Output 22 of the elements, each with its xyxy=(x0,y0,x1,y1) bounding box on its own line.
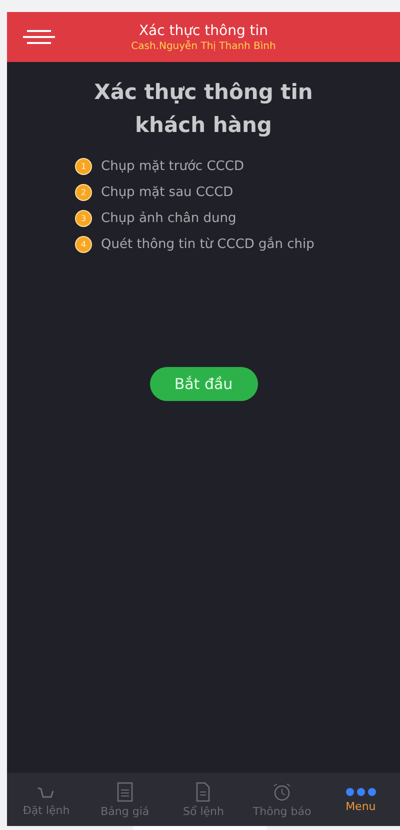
document-icon xyxy=(116,782,133,802)
start-button[interactable]: Bắt đầu xyxy=(150,367,258,401)
tab[interactable]: Bảng giá xyxy=(86,773,164,826)
step-number: 3 xyxy=(75,210,92,227)
step-label: Chụp mặt sau CCCD xyxy=(101,185,234,200)
step-number: 1 xyxy=(75,158,92,175)
tab[interactable]: Đặt lệnh xyxy=(7,773,86,826)
header-title: Xác thực thông tin xyxy=(138,22,268,38)
step-number: 2 xyxy=(75,184,92,201)
tab[interactable]: Menu xyxy=(321,773,400,826)
step-label: Chụp ảnh chân dung xyxy=(101,211,236,226)
account-name: Cash.Nguyễn Thị Thanh Bình xyxy=(131,40,276,52)
alarm-clock-icon xyxy=(272,782,292,802)
tab[interactable]: Thông báo xyxy=(242,773,322,826)
step-label: Chụp mặt trước CCCD xyxy=(101,159,244,174)
more-icon xyxy=(344,786,377,796)
menu-icon[interactable] xyxy=(23,29,55,45)
document-icon xyxy=(196,782,210,802)
tab[interactable]: Sổ lệnh xyxy=(164,773,243,826)
step-number: 4 xyxy=(75,236,92,253)
page-heading: Xác thực thông tin khách hàng xyxy=(93,79,314,139)
step-label: Quét thông tin từ CCCD gắn chip xyxy=(101,237,314,252)
